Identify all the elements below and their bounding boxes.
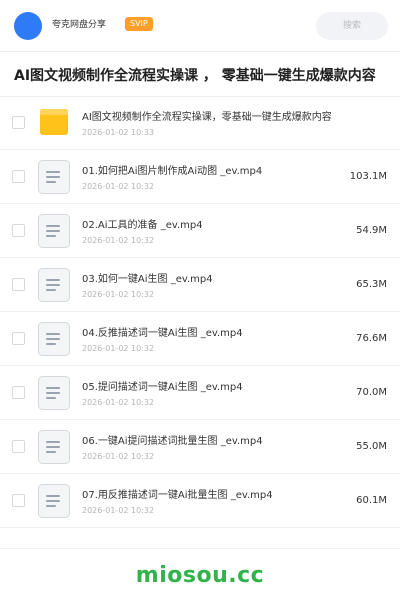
file-row[interactable]: 07.用反推描述词一键Ai批量生图 _ev.mp4 2026-01-02 10:3… — [0, 474, 400, 528]
page-title: AI图文视频制作全流程实操课 ， 零基础一键生成爆款内容 — [14, 68, 376, 84]
file-icon — [38, 322, 70, 356]
svip-badge: SVIP — [125, 17, 153, 31]
avatar[interactable] — [14, 12, 42, 40]
file-icon — [38, 484, 70, 518]
row-checkbox[interactable] — [12, 116, 25, 129]
row-checkbox[interactable] — [12, 332, 25, 345]
file-date: 2026-01-02 10:32 — [82, 182, 155, 191]
file-size: 70.0M — [356, 387, 387, 398]
folder-row[interactable]: AI图文视频制作全流程实操课，零基础一键生成爆款内容 2026-01-02 10:… — [0, 96, 400, 150]
file-name: 05.提问描述词一键Ai生图 _ev.mp4 — [82, 382, 243, 393]
row-checkbox[interactable] — [12, 170, 25, 183]
file-name: 06.一键Ai提问描述词批量生图 _ev.mp4 — [82, 436, 263, 447]
file-date: 2026-01-02 10:32 — [82, 398, 155, 407]
footer: miosou.cc — [0, 548, 400, 600]
file-row[interactable]: 02.Ai工具的准备 _ev.mp4 2026-01-02 10:32 54.9M — [0, 204, 400, 258]
file-name: 07.用反推描述词一键Ai批量生图 _ev.mp4 — [82, 490, 273, 501]
file-date: 2026-01-02 10:32 — [82, 344, 155, 353]
file-size: 65.3M — [356, 279, 387, 290]
file-date: 2026-01-02 10:32 — [82, 236, 155, 245]
file-icon — [38, 214, 70, 248]
row-checkbox[interactable] — [12, 224, 25, 237]
file-icon — [38, 430, 70, 464]
file-icon — [38, 160, 70, 194]
file-row[interactable]: 06.一键Ai提问描述词批量生图 _ev.mp4 2026-01-02 10:32… — [0, 420, 400, 474]
file-name: 04.反推描述词一键Ai生图 _ev.mp4 — [82, 328, 243, 339]
file-row[interactable]: 01.如何把Ai图片制作成Ai动图 _ev.mp4 2026-01-02 10:3… — [0, 150, 400, 204]
file-name: 01.如何把Ai图片制作成Ai动图 _ev.mp4 — [82, 166, 263, 177]
file-row[interactable]: 03.如何一键Ai生图 _ev.mp4 2026-01-02 10:32 65.3M — [0, 258, 400, 312]
header: 夸克网盘分享 SVIP 搜索 — [0, 0, 400, 52]
share-title: 夸克网盘分享 — [52, 20, 107, 30]
file-list: AI图文视频制作全流程实操课，零基础一键生成爆款内容 2026-01-02 10:… — [0, 96, 400, 528]
row-checkbox[interactable] — [12, 278, 25, 291]
search-button[interactable]: 搜索 — [316, 12, 388, 40]
watermark: miosou.cc — [135, 563, 265, 588]
file-date: 2026-01-02 10:33 — [82, 128, 155, 137]
file-size: 54.9M — [356, 225, 387, 236]
file-date: 2026-01-02 10:32 — [82, 506, 155, 515]
row-checkbox[interactable] — [12, 386, 25, 399]
file-name: 03.如何一键Ai生图 _ev.mp4 — [82, 274, 213, 285]
file-size: 55.0M — [356, 441, 387, 452]
file-name: 02.Ai工具的准备 _ev.mp4 — [82, 220, 203, 231]
file-icon — [38, 268, 70, 302]
folder-icon — [40, 109, 68, 135]
row-checkbox[interactable] — [12, 440, 25, 453]
file-row[interactable]: 04.反推描述词一键Ai生图 _ev.mp4 2026-01-02 10:32 76… — [0, 312, 400, 366]
row-checkbox[interactable] — [12, 494, 25, 507]
file-size: 60.1M — [356, 495, 387, 506]
file-icon — [38, 376, 70, 410]
file-date: 2026-01-02 10:32 — [82, 290, 155, 299]
file-size: 103.1M — [349, 171, 387, 182]
file-row[interactable]: 05.提问描述词一键Ai生图 _ev.mp4 2026-01-02 10:32 70… — [0, 366, 400, 420]
file-date: 2026-01-02 10:32 — [82, 452, 155, 461]
file-size: 76.6M — [356, 333, 387, 344]
file-name: AI图文视频制作全流程实操课，零基础一键生成爆款内容 — [82, 112, 332, 123]
